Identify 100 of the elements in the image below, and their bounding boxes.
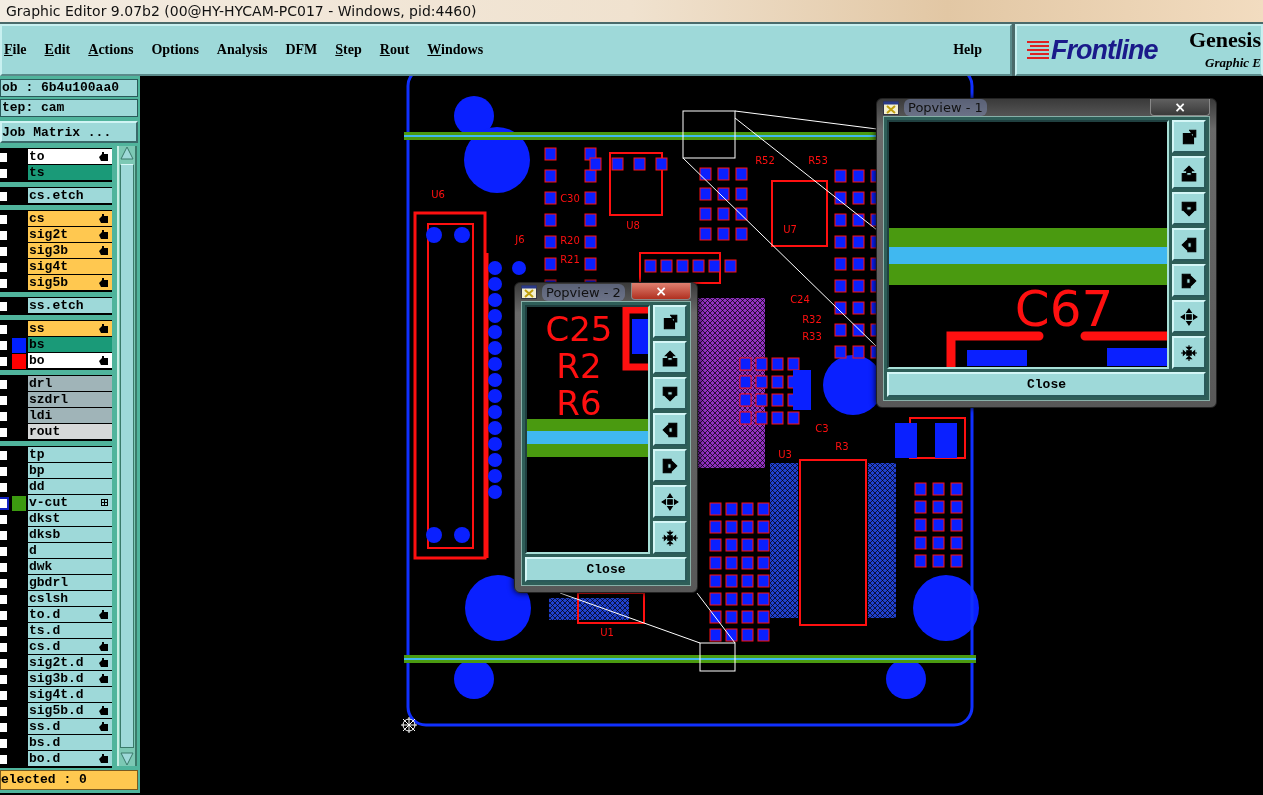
view-tool-button[interactable] — [1172, 120, 1206, 153]
view-tool-button[interactable] — [653, 413, 687, 446]
layer-name[interactable]: ts — [28, 165, 112, 181]
view-tool-button[interactable] — [653, 305, 687, 338]
layer-name[interactable]: bo — [28, 353, 112, 369]
layer-name[interactable]: sig2t.d — [28, 655, 112, 671]
layer-checkbox[interactable] — [0, 752, 9, 766]
layer-name[interactable]: to.d — [28, 607, 112, 623]
view-tool-button[interactable] — [653, 485, 687, 518]
view-tool-button[interactable] — [653, 377, 687, 410]
help-menu[interactable]: Help — [953, 40, 982, 60]
layer-name[interactable]: rout — [28, 424, 112, 440]
view-tool-button[interactable] — [653, 341, 687, 374]
menu-item[interactable]: File — [4, 40, 27, 60]
layer-name[interactable]: d — [28, 543, 112, 559]
layer-checkbox[interactable] — [0, 464, 9, 478]
layer-checkbox[interactable] — [0, 448, 9, 462]
layer-checkbox[interactable] — [0, 528, 9, 542]
menu-item[interactable]: Edit — [44, 40, 71, 60]
layer-name[interactable]: sig4t — [28, 259, 112, 275]
layer-name[interactable]: ss.etch — [28, 298, 112, 314]
layer-checkbox[interactable] — [0, 560, 9, 574]
menu-item[interactable]: Analysis — [216, 40, 268, 60]
view-tool-button[interactable] — [653, 521, 687, 554]
layer-name[interactable]: bs — [28, 337, 112, 353]
close-button[interactable]: Close — [887, 372, 1206, 397]
layer-checkbox[interactable] — [0, 672, 9, 686]
view-tool-button[interactable] — [1172, 228, 1206, 261]
layer-checkbox[interactable] — [0, 640, 9, 654]
layer-checkbox[interactable] — [0, 244, 9, 258]
layer-checkbox[interactable] — [0, 150, 9, 164]
layer-checkbox[interactable] — [0, 393, 9, 407]
layer-checkbox[interactable] — [0, 377, 9, 391]
layer-checkbox[interactable] — [0, 656, 9, 670]
layer-checkbox[interactable] — [0, 276, 9, 290]
layer-checkbox[interactable] — [0, 576, 9, 590]
layer-name[interactable]: ss — [28, 321, 112, 337]
layer-name[interactable]: ss.d — [28, 719, 112, 735]
layer-checkbox[interactable] — [0, 544, 9, 558]
view-tool-button[interactable] — [653, 449, 687, 482]
layer-name[interactable]: v-cut — [28, 495, 112, 511]
layer-checkbox[interactable] — [0, 189, 9, 203]
layer-checkbox[interactable] — [0, 512, 9, 526]
close-button[interactable]: × — [1150, 99, 1210, 116]
layer-checkbox[interactable] — [0, 322, 9, 336]
layer-checkbox[interactable] — [0, 338, 9, 352]
layer-name[interactable]: sig3b — [28, 243, 112, 259]
layer-name[interactable]: sig2t — [28, 227, 112, 243]
layer-name[interactable]: gbdrl — [28, 575, 112, 591]
close-button[interactable]: Close — [525, 557, 687, 582]
layer-name[interactable]: cs — [28, 211, 112, 227]
layer-checkbox[interactable] — [0, 409, 9, 423]
layer-name[interactable]: sig4t.d — [28, 687, 112, 703]
menu-item[interactable]: Windows — [427, 40, 484, 60]
layer-checkbox[interactable] — [0, 608, 9, 622]
menu-item[interactable]: Step — [335, 40, 362, 60]
layer-checkbox[interactable] — [0, 260, 9, 274]
layer-name[interactable]: dwk — [28, 559, 112, 575]
layer-name[interactable]: bs.d — [28, 735, 112, 751]
layer-checkbox[interactable] — [0, 299, 9, 313]
layer-name[interactable]: tp — [28, 447, 112, 463]
layer-checkbox[interactable] — [0, 425, 9, 439]
close-button[interactable]: × — [631, 283, 691, 300]
layer-name[interactable]: sig3b.d — [28, 671, 112, 687]
layer-name[interactable]: ts.d — [28, 623, 112, 639]
layer-name[interactable]: bo.d — [28, 751, 112, 767]
layer-name[interactable]: dksb — [28, 527, 112, 543]
menu-item[interactable]: DFM — [285, 40, 318, 60]
layer-checkbox[interactable] — [0, 166, 9, 180]
layer-checkbox[interactable] — [0, 480, 9, 494]
job-matrix-button[interactable]: Job Matrix ... — [0, 121, 138, 143]
layer-name[interactable]: bp — [28, 463, 112, 479]
layer-checkbox[interactable] — [0, 496, 9, 510]
layer-name[interactable]: sig5b — [28, 275, 112, 291]
layer-name[interactable]: cs.etch — [28, 188, 112, 204]
menu-item[interactable]: Actions — [88, 40, 134, 60]
layer-checkbox[interactable] — [0, 688, 9, 702]
layer-checkbox[interactable] — [0, 354, 9, 368]
layer-name[interactable]: cs.d — [28, 639, 112, 655]
layer-name[interactable]: cslsh — [28, 591, 112, 607]
layer-checkbox[interactable] — [0, 228, 9, 242]
layer-checkbox[interactable] — [0, 212, 9, 226]
layer-checkbox[interactable] — [0, 624, 9, 638]
layer-name[interactable]: ldi — [28, 408, 112, 424]
menu-item[interactable]: Rout — [379, 40, 410, 60]
view-tool-button[interactable] — [1172, 336, 1206, 369]
view-tool-button[interactable] — [1172, 156, 1206, 189]
layer-name[interactable]: to — [28, 149, 112, 165]
layer-checkbox[interactable] — [0, 704, 9, 718]
scrollbar-thumb[interactable] — [120, 164, 134, 748]
layer-checkbox[interactable] — [0, 720, 9, 734]
layer-checkbox[interactable] — [0, 592, 9, 606]
layer-name[interactable]: dkst — [28, 511, 112, 527]
layer-name[interactable]: dd — [28, 479, 112, 495]
view-tool-button[interactable] — [1172, 264, 1206, 297]
view-tool-button[interactable] — [1172, 300, 1206, 333]
view-tool-button[interactable] — [1172, 192, 1206, 225]
layer-name[interactable]: sig5b.d — [28, 703, 112, 719]
layer-checkbox[interactable] — [0, 736, 9, 750]
layer-name[interactable]: szdrl — [28, 392, 112, 408]
